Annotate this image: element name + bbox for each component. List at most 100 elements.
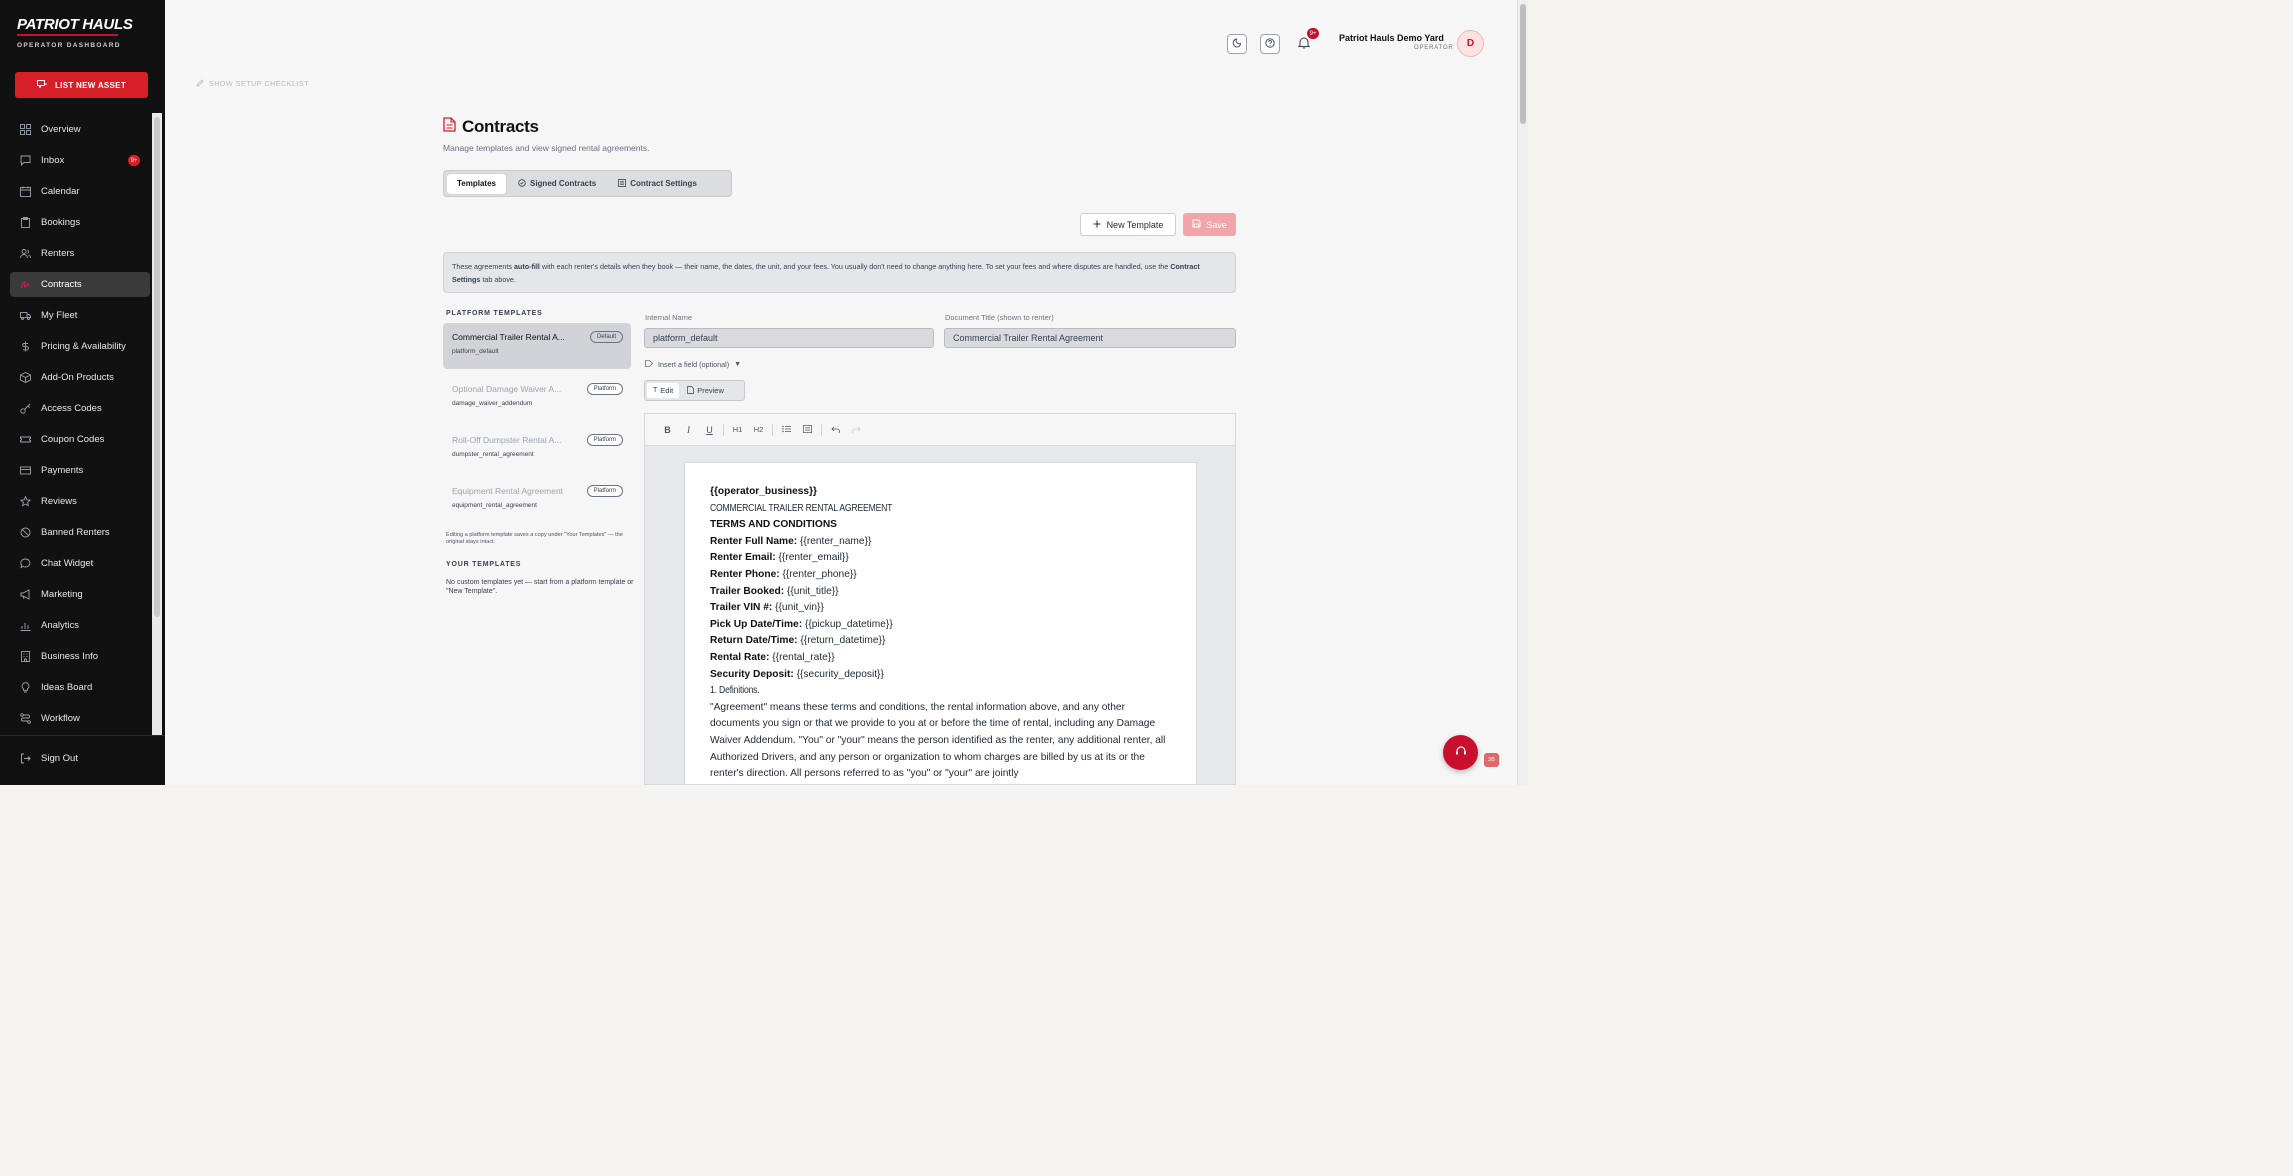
sidebar-item-my-fleet[interactable]: My Fleet (10, 303, 150, 328)
sidebar-item-coupon-codes[interactable]: Coupon Codes (10, 427, 150, 452)
doc-field-line: Trailer VIN #: {{unit_vin}} (710, 600, 1170, 617)
list-new-asset-label: LIST NEW ASSET (54, 80, 127, 90)
sidebar-item-inbox[interactable]: Inbox 9+ (10, 148, 150, 173)
sidebar-item-label: Bookings (41, 217, 81, 228)
users-icon (20, 248, 31, 259)
tab-templates[interactable]: Templates (447, 173, 506, 194)
doc-field-label: Rental Rate: (710, 651, 770, 663)
user-name[interactable]: Patriot Hauls Demo Yard (1339, 33, 1444, 43)
chart-icon (20, 620, 31, 631)
contract-document[interactable]: {{operator_business}} COMMERCIAL TRAILER… (684, 462, 1197, 784)
tab-signed-contracts[interactable]: Signed Contracts (508, 174, 606, 194)
bullet-list-button[interactable] (776, 421, 797, 439)
sidebar-item-overview[interactable]: Overview (10, 117, 150, 142)
doc-operator-business: {{operator_business}} (710, 486, 818, 497)
sidebar-item-label: Contracts (41, 279, 82, 290)
sidebar-item-reviews[interactable]: Reviews (10, 489, 150, 514)
sidebar-item-label: Workflow (41, 713, 80, 724)
sidebar-scrollbar-thumb[interactable] (154, 117, 160, 617)
template-key: dumpster_rental_agreement (452, 451, 534, 458)
insert-field-label: Insert a field (optional) (658, 360, 730, 369)
setup-checklist-toggle[interactable]: SHOW SETUP CHECKLIST (196, 79, 309, 89)
brand-logo[interactable]: PATRIOT HAULS OPERATOR DASHBOARD (17, 16, 133, 49)
help-button[interactable] (1260, 34, 1280, 54)
heading-1-button[interactable]: H1 (727, 421, 748, 439)
template-item[interactable]: Optional Damage Waiver A... Platform damag… (443, 375, 631, 421)
page-title-text: Contracts (462, 117, 539, 136)
sidebar-item-pricing-availability[interactable]: Pricing & Availability (10, 334, 150, 359)
moon-icon (1232, 37, 1242, 51)
check-circle-icon (518, 178, 526, 189)
sign-out-button[interactable]: Sign Out (20, 753, 78, 764)
theme-toggle-button[interactable] (1227, 34, 1247, 54)
sidebar-item-ideas-board[interactable]: Ideas Board (10, 675, 150, 700)
sidebar-item-label: Coupon Codes (41, 434, 105, 445)
bold-button[interactable]: B (657, 421, 678, 439)
sidebar-item-access-codes[interactable]: Access Codes (10, 396, 150, 421)
sidebar-item-banned-renters[interactable]: Banned Renters (10, 520, 150, 545)
support-chat-button[interactable] (1443, 735, 1478, 770)
main-scrollbar[interactable] (1517, 0, 1528, 785)
sidebar-item-payments[interactable]: Payments (10, 458, 150, 483)
underline-icon: U (706, 424, 713, 435)
template-item[interactable]: Commercial Trailer Rental A... Default pla… (443, 323, 631, 369)
undo-button[interactable] (825, 421, 846, 439)
editor-mode-tabs: T Edit Preview (644, 380, 745, 401)
sidebar-item-contracts[interactable]: Contracts (10, 272, 150, 297)
floating-mini-widget[interactable]: 3/5 (1484, 753, 1499, 767)
sidebar-item-label: Chat Widget (41, 558, 94, 569)
mode-preview[interactable]: Preview (681, 383, 730, 398)
sidebar-item-bookings[interactable]: Bookings (10, 210, 150, 235)
ordered-list-button[interactable] (797, 421, 818, 439)
sidebar-item-calendar[interactable]: Calendar (10, 179, 150, 204)
document-title-field[interactable]: Commercial Trailer Rental Agreement (944, 328, 1236, 348)
tab-contract-settings[interactable]: Contract Settings (608, 174, 707, 194)
internal-name-label: Internal Name (645, 313, 693, 322)
plus-icon (1093, 220, 1101, 230)
internal-name-field[interactable]: platform_default (644, 328, 934, 348)
doc-field-line: Security Deposit: {{security_deposit}} (710, 667, 1170, 684)
chat-icon (20, 558, 31, 569)
mode-edit[interactable]: T Edit (647, 383, 680, 398)
sidebar-item-analytics[interactable]: Analytics (10, 613, 150, 638)
doc-field-label: Renter Phone: (710, 568, 780, 580)
pencil-icon (196, 79, 204, 89)
main-scrollbar-thumb[interactable] (1520, 4, 1526, 124)
grid-icon (20, 124, 31, 135)
sidebar: PATRIOT HAULS OPERATOR DASHBOARD LIST NE… (0, 0, 165, 785)
sidebar-item-renters[interactable]: Renters (10, 241, 150, 266)
notifications-badge: 9+ (1307, 28, 1319, 39)
sidebar-item-workflow[interactable]: Workflow (10, 706, 150, 731)
doc-field-line: Renter Phone: {{renter_phone}} (710, 567, 1170, 584)
doc-field-placeholder: {{pickup_datetime}} (802, 618, 893, 630)
sidebar-item-business-info[interactable]: Business Info (10, 644, 150, 669)
save-button[interactable]: Save (1183, 213, 1236, 236)
sidebar-item-label: Add-On Products (41, 372, 114, 383)
template-key: platform_default (452, 348, 499, 355)
underline-button[interactable]: U (699, 421, 720, 439)
editor-toolbar: B I U H1 H2 (644, 413, 1236, 445)
list-new-asset-button[interactable]: LIST NEW ASSET (15, 72, 148, 98)
template-name: Roll-Off Dumpster Rental A... (452, 435, 562, 445)
new-template-button[interactable]: New Template (1080, 213, 1176, 236)
redo-button[interactable] (846, 421, 867, 439)
template-item[interactable]: Equipment Rental Agreement Platform equipm… (443, 477, 631, 523)
tag-icon (645, 360, 654, 369)
sidebar-item-chat-widget[interactable]: Chat Widget (10, 551, 150, 576)
template-item[interactable]: Roll-Off Dumpster Rental A... Platform dum… (443, 426, 631, 472)
sidebar-item-marketing[interactable]: Marketing (10, 582, 150, 607)
avatar[interactable]: D (1457, 30, 1484, 57)
insert-field-dropdown[interactable]: Insert a field (optional) ▼ (645, 360, 741, 369)
key-icon (20, 403, 31, 414)
calendar-icon (20, 186, 31, 197)
sidebar-item-add-on-products[interactable]: Add-On Products (10, 365, 150, 390)
heading-2-button[interactable]: H2 (748, 421, 769, 439)
sidebar-scrollbar[interactable] (152, 113, 162, 735)
doc-field-line: Trailer Booked: {{unit_title}} (710, 584, 1170, 601)
template-tag: Platform (586, 485, 623, 497)
italic-button[interactable]: I (678, 421, 699, 439)
ticket-icon (20, 434, 31, 445)
workflow-icon (20, 713, 31, 724)
trailer-icon (36, 80, 47, 90)
doc-field-label: Pick Up Date/Time: (710, 618, 803, 630)
